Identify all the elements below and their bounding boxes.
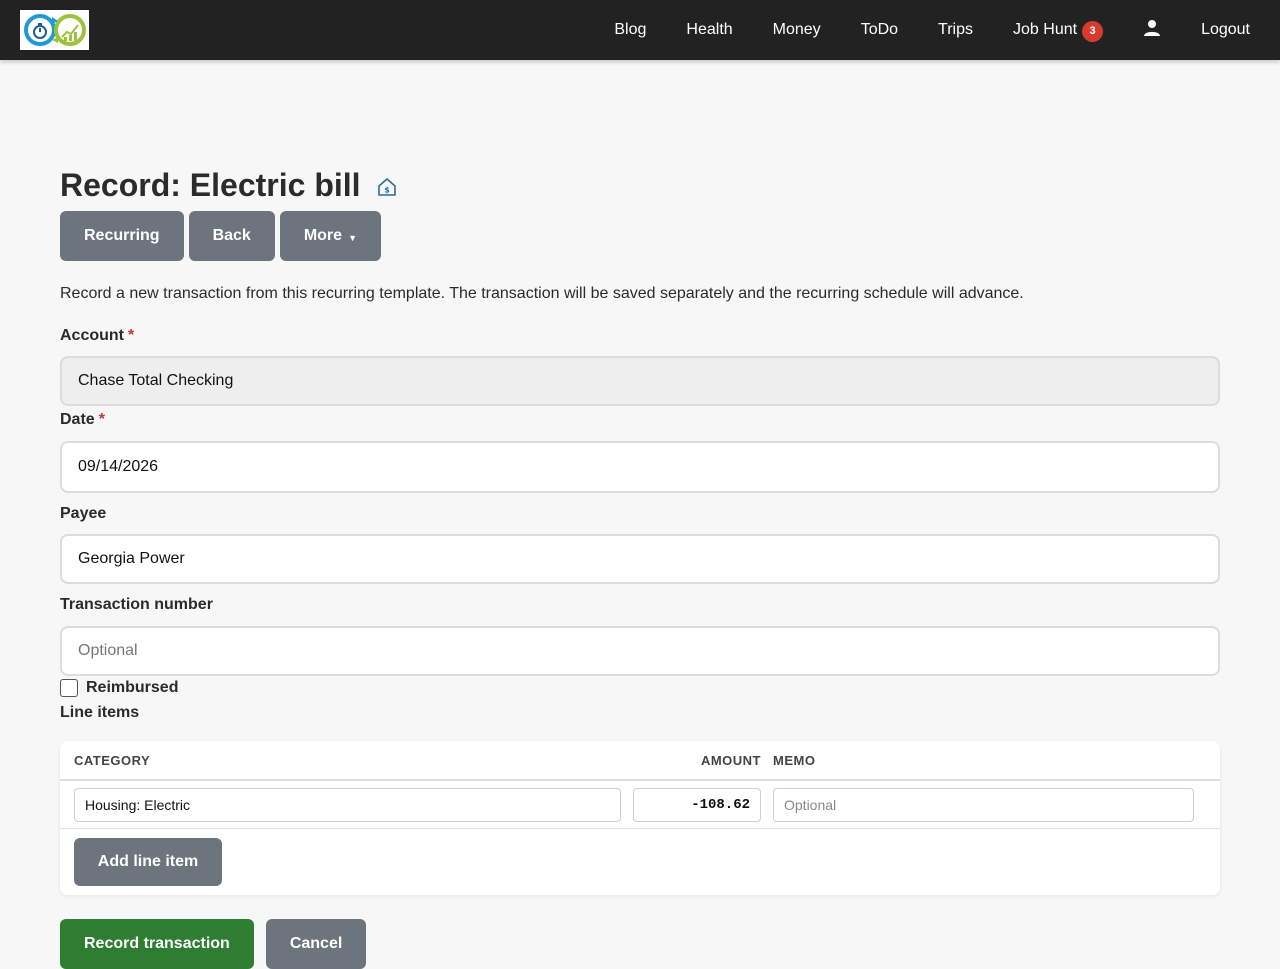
transaction-number-field[interactable] (60, 626, 1220, 676)
nav-link-health[interactable]: Health (666, 0, 752, 60)
back-button[interactable]: Back (188, 211, 275, 261)
nav-link-money[interactable]: Money (753, 0, 841, 60)
account-label: Account * (60, 327, 1220, 345)
action-buttons: Recurring Back More ▼ (60, 211, 1220, 261)
nav-link-job-hunt-label: Job Hunt (1013, 21, 1078, 38)
more-button-label: More (303, 227, 343, 244)
caret-down-icon: ▼ (348, 232, 357, 243)
memo-input[interactable] (773, 787, 1194, 822)
nav-link-trips[interactable]: Trips (918, 0, 993, 60)
date-label: Date * (60, 411, 1220, 429)
cancel-button[interactable]: Cancel (265, 919, 367, 969)
category-input[interactable] (74, 787, 621, 822)
column-header-category: CATEGORY (74, 752, 151, 768)
reimbursed-row: Reimbursed (60, 679, 1220, 697)
user-profile-link[interactable] (1123, 0, 1181, 60)
nav-link-job-hunt[interactable]: Job Hunt 3 (993, 0, 1123, 60)
required-marker: * (128, 327, 135, 344)
app-logo[interactable] (20, 10, 89, 50)
account-label-text: Account (60, 327, 124, 344)
record-transaction-button[interactable]: Record transaction (60, 919, 254, 969)
logout-link[interactable]: Logout (1181, 0, 1270, 60)
title-row: Record: Electric bill $ (60, 167, 1220, 203)
reimbursed-checkbox[interactable] (60, 679, 78, 697)
more-dropdown-button[interactable]: More ▼ (279, 211, 381, 261)
column-header-memo: MEMO (773, 752, 816, 768)
reimbursed-label: Reimbursed (86, 679, 179, 696)
svg-text:$: $ (384, 186, 390, 195)
page-title: Record: Electric bill (60, 167, 361, 203)
amount-input[interactable] (633, 787, 761, 822)
house-dollar-icon: $ (377, 177, 397, 197)
page-description: Record a new transaction from this recur… (60, 285, 1024, 302)
add-line-item-button[interactable]: Add line item (74, 838, 222, 886)
line-items-card: CATEGORY AMOUNT MEMO Add line item (60, 741, 1220, 895)
form-actions: Record transaction Cancel (60, 919, 1220, 969)
nav-links: Blog Health Money ToDo Trips Job Hunt 3 … (594, 0, 1270, 60)
payee-label: Payee (60, 505, 107, 522)
required-marker: * (98, 411, 105, 428)
line-items-header: CATEGORY AMOUNT MEMO (60, 741, 1220, 781)
nav-link-blog[interactable]: Blog (594, 0, 666, 60)
payee-field[interactable] (60, 534, 1220, 584)
nav-link-todo[interactable]: ToDo (841, 0, 918, 60)
table-row (60, 781, 1220, 829)
account-field[interactable] (60, 356, 1220, 406)
user-icon (1143, 19, 1161, 42)
date-label-text: Date (60, 411, 95, 428)
column-header-amount: AMOUNT (700, 752, 761, 768)
transaction-number-label: Transaction number (60, 596, 213, 613)
main-content: Record: Electric bill $ Recurring Back M… (0, 167, 1280, 969)
date-field[interactable] (60, 441, 1220, 493)
recurring-button[interactable]: Recurring (60, 211, 184, 261)
line-items-footer: Add line item (60, 829, 1220, 895)
top-navbar: Blog Health Money ToDo Trips Job Hunt 3 … (0, 0, 1280, 60)
notification-badge: 3 (1082, 20, 1104, 42)
line-items-label: Line items (60, 704, 140, 721)
